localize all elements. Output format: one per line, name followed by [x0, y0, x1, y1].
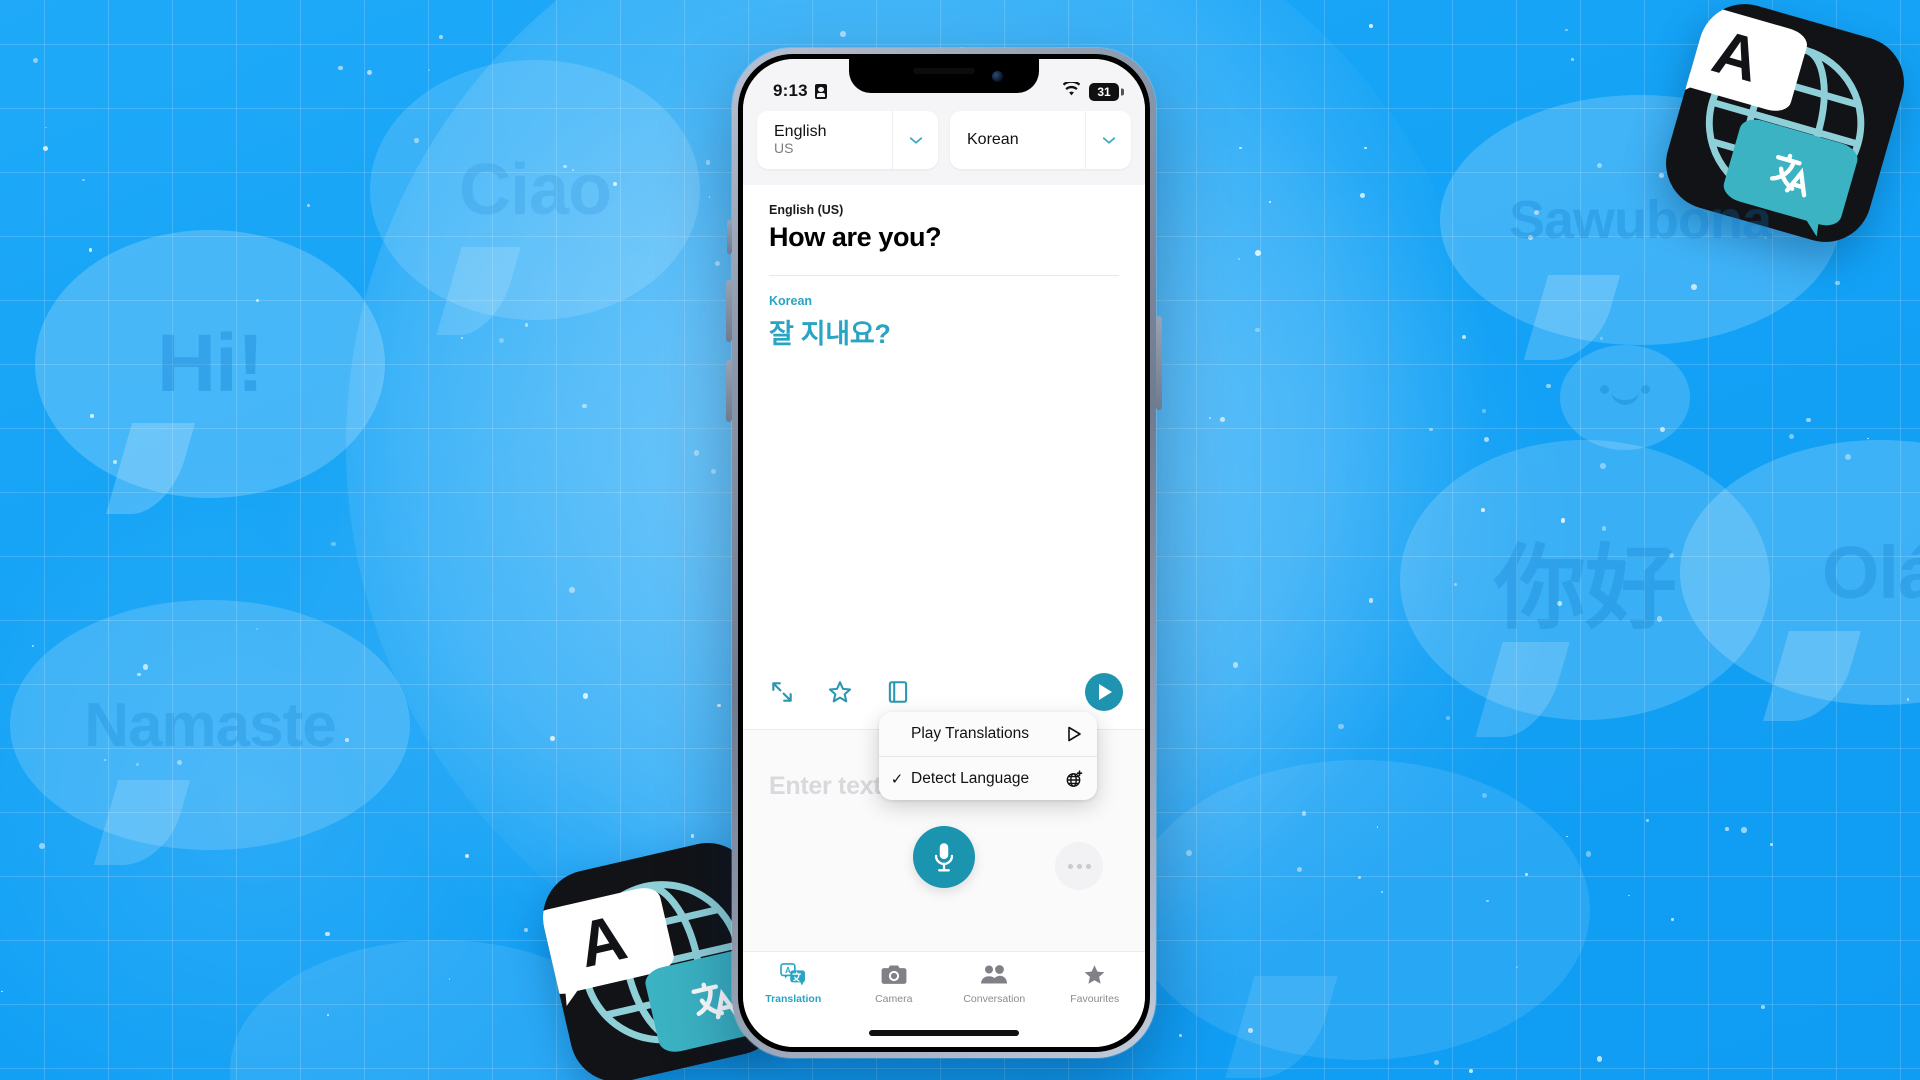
- camera-icon: [881, 962, 907, 988]
- star-icon[interactable]: [827, 679, 853, 705]
- bg-bubble-sawubona-text: Sawubona: [1508, 190, 1772, 250]
- recording-indicator-icon: [814, 83, 827, 99]
- phone-power-button[interactable]: [1156, 316, 1162, 410]
- phone-mute-switch[interactable]: [727, 220, 732, 254]
- source-language-chevron[interactable]: [892, 111, 938, 169]
- tab-label: Favourites: [1070, 993, 1120, 1005]
- bg-bubble-hi: Hi!: [35, 230, 385, 498]
- tab-conversation[interactable]: Conversation: [944, 962, 1045, 1005]
- app-icon-letter: A: [571, 900, 634, 982]
- phone-volume-up-button[interactable]: [726, 280, 732, 342]
- play-button[interactable]: [1085, 673, 1123, 711]
- phone-bezel: 9:13 31 English US Korean English (US) H…: [738, 54, 1150, 1052]
- phone-mockup: 9:13 31 English US Korean English (US) H…: [726, 48, 1162, 1058]
- svg-text:A: A: [785, 966, 791, 975]
- microphone-button[interactable]: [913, 826, 975, 888]
- menu-item-label: Play Translations: [911, 725, 1030, 742]
- source-language-name: English: [774, 123, 827, 141]
- target-language-chevron[interactable]: [1085, 111, 1131, 169]
- dictionary-book-icon[interactable]: [885, 679, 911, 705]
- front-camera-icon: [992, 71, 1003, 82]
- expand-arrows-icon[interactable]: [769, 679, 795, 705]
- more-options-button[interactable]: [1055, 842, 1103, 890]
- star-filled-icon: [1082, 962, 1107, 988]
- bg-bubble-nihao-text: 你好: [1493, 537, 1677, 640]
- battery-icon: 31: [1089, 82, 1119, 101]
- bg-bubble-namaste-text: Namaste: [84, 690, 336, 760]
- context-menu: Play Translations ✓ Detect Language: [879, 712, 1097, 800]
- tab-label: Camera: [875, 993, 913, 1005]
- source-language-selector[interactable]: English US: [757, 111, 938, 169]
- menu-item-play-translations[interactable]: Play Translations: [879, 712, 1097, 756]
- source-text-label: English (US): [769, 203, 844, 217]
- source-text[interactable]: How are you?: [769, 222, 1119, 253]
- language-selector-bar: English US Korean: [743, 105, 1145, 185]
- target-text[interactable]: 잘 지내요?: [769, 312, 1119, 351]
- tab-camera[interactable]: Camera: [844, 962, 945, 1005]
- target-language-selector[interactable]: Korean: [950, 111, 1131, 169]
- phone-notch: [849, 59, 1039, 93]
- home-indicator[interactable]: [869, 1030, 1019, 1036]
- phone-volume-down-button[interactable]: [726, 360, 732, 422]
- translation-action-row: [769, 673, 1123, 711]
- wifi-icon: [1062, 80, 1081, 101]
- play-triangle-icon: [1064, 724, 1084, 744]
- smiley-face-icon: [1594, 384, 1656, 411]
- bg-bubble-ciao-text: Ciao: [458, 150, 612, 230]
- globe-detect-icon: [1064, 769, 1084, 789]
- phone-screen: 9:13 31 English US Korean English (US) H…: [743, 59, 1145, 1047]
- translation-panel: English (US) How are you? Korean 잘 지내요?: [743, 185, 1145, 729]
- people-icon: [980, 962, 1008, 988]
- target-language-name: Korean: [967, 131, 1019, 149]
- menu-item-label: Detect Language: [911, 769, 1030, 787]
- tab-translation[interactable]: A Translation: [743, 962, 844, 1005]
- target-text-label: Korean: [769, 294, 813, 308]
- app-icon-letter: A: [1705, 17, 1768, 96]
- translation-divider: [769, 275, 1119, 276]
- text-input-zone: Enter text Play Translations ✓ Detect La…: [743, 712, 1145, 951]
- translate-icon: A: [780, 962, 806, 988]
- bg-bubble-hi-text: Hi!: [156, 318, 264, 409]
- bg-bubble-plain-1: [1130, 760, 1590, 1060]
- tab-label: Conversation: [963, 993, 1026, 1005]
- bg-bubble-ciao: Ciao: [370, 60, 700, 320]
- status-bar-time: 9:13: [773, 81, 808, 100]
- menu-item-check: ✓: [890, 770, 904, 788]
- tab-label: Translation: [765, 993, 822, 1005]
- menu-item-detect-language[interactable]: ✓ Detect Language: [879, 756, 1097, 800]
- bg-bubble-ola-text: Olá: [1821, 531, 1920, 614]
- bg-bubble-namaste: Namaste: [10, 600, 410, 850]
- text-input-placeholder[interactable]: Enter text: [769, 772, 882, 801]
- source-language-region: US: [774, 140, 794, 157]
- tab-favourites[interactable]: Favourites: [1045, 962, 1146, 1005]
- bg-bubble-smiley: [1560, 345, 1690, 450]
